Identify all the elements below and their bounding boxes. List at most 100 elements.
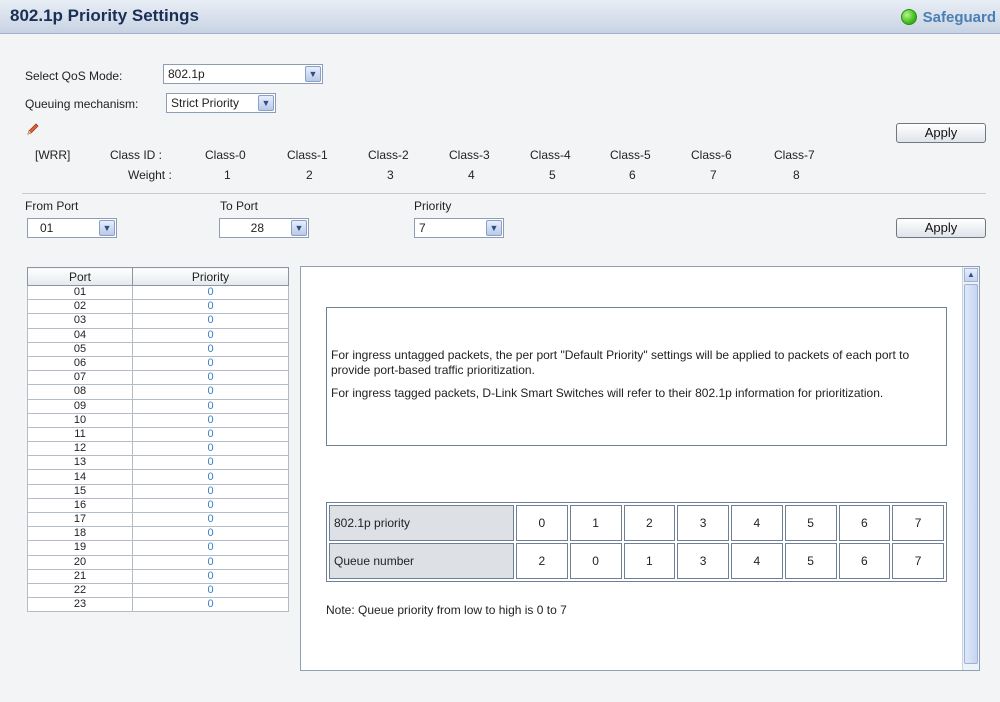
queue-number-cell: 6 (838, 543, 891, 579)
table-row: 11 0 (27, 426, 289, 443)
page-title: 802.1p Priority Settings (10, 6, 199, 25)
status-dot-icon (900, 9, 917, 25)
port-cell: 12 (27, 441, 133, 457)
table-row: 14 0 (27, 469, 289, 485)
qos-mode-select[interactable]: 802.1p ▼ (163, 64, 323, 84)
priority-cell: 0 (132, 341, 289, 357)
port-column-header: Port (27, 267, 133, 286)
weight-value-1: 2 (306, 168, 313, 182)
table-row: Queue number 20134567 (329, 543, 944, 579)
priority-cell: 0 (132, 568, 289, 584)
priority-value-cell: 4 (731, 505, 783, 541)
table-row: 05 0 (27, 341, 289, 357)
port-cell: 08 (27, 384, 133, 400)
priority-value-cell: 6 (838, 505, 891, 541)
class-label-6: Class-6 (691, 148, 732, 162)
priority-cell: 0 (132, 526, 289, 542)
apply-wrr-button[interactable]: Apply (896, 123, 986, 143)
port-cell: 21 (27, 568, 133, 584)
weight-value-0: 1 (224, 168, 231, 182)
class-label-0: Class-0 (205, 148, 246, 162)
from-port-select[interactable]: 01 ▼ (27, 218, 117, 238)
queue-number-cell: 2 (516, 543, 568, 579)
port-cell: 11 (27, 426, 133, 443)
queue-number-cell: 3 (677, 543, 729, 579)
priority-cell: 0 (132, 497, 289, 514)
port-cell: 14 (27, 469, 133, 485)
queuing-mechanism-select[interactable]: Strict Priority ▼ (166, 93, 276, 113)
priority-value: 7 (419, 221, 426, 235)
chevron-down-icon[interactable]: ▼ (486, 220, 502, 236)
table-row: 16 0 (27, 497, 289, 514)
queue-number-cell: 7 (892, 543, 944, 579)
table-header-row: Port Priority (27, 267, 289, 286)
table-row: 18 0 (27, 526, 289, 542)
class-label-7: Class-7 (774, 148, 815, 162)
port-cell: 18 (27, 526, 133, 542)
table-row: 22 0 (27, 582, 289, 599)
priority-select[interactable]: 7 ▼ (414, 218, 504, 238)
queue-number-cell: 0 (569, 543, 622, 579)
table-row: 10 0 (27, 412, 289, 428)
table-row: 09 0 (27, 398, 289, 414)
page-header: 802.1p Priority Settings Safeguard (0, 0, 1000, 34)
pencil-icon[interactable] (26, 122, 40, 136)
class-id-label: Class ID : (110, 148, 163, 162)
weight-value-5: 6 (629, 168, 636, 182)
table-row: 21 0 (27, 568, 289, 584)
class-label-4: Class-4 (530, 148, 571, 162)
port-cell: 15 (27, 483, 133, 499)
port-cell: 19 (27, 540, 133, 556)
table-row: 03 0 (27, 313, 289, 329)
priority-cell: 0 (132, 469, 289, 485)
priority-label: Priority (414, 199, 452, 213)
scroll-up-icon[interactable]: ▲ (964, 268, 978, 282)
port-cell: 02 (27, 299, 133, 315)
priority-value-cell: 1 (569, 505, 622, 541)
port-cell: 03 (27, 313, 133, 329)
priority-cell: 0 (132, 582, 289, 599)
port-cell: 04 (27, 327, 133, 343)
to-port-value: 28 (250, 221, 264, 235)
class-label-5: Class-5 (610, 148, 651, 162)
port-cell: 06 (27, 355, 133, 372)
priority-value-cell: 2 (623, 505, 676, 541)
table-row: 17 0 (27, 511, 289, 528)
weight-value-6: 7 (710, 168, 717, 182)
weight-value-4: 5 (549, 168, 556, 182)
vertical-scrollbar[interactable]: ▲ (962, 267, 979, 670)
qos-mode-value: 802.1p (168, 67, 205, 81)
qos-mode-label: Select QoS Mode: (25, 69, 123, 83)
queue-number-cell: 4 (731, 543, 783, 579)
chevron-down-icon[interactable]: ▼ (258, 95, 274, 111)
table-row: 04 0 (27, 327, 289, 343)
class-label-1: Class-1 (287, 148, 328, 162)
scroll-thumb[interactable] (964, 284, 978, 664)
priority-value-cell: 7 (892, 505, 944, 541)
to-port-select[interactable]: 28 ▼ (219, 218, 309, 238)
chevron-down-icon[interactable]: ▼ (305, 66, 321, 82)
priority-row-label: 802.1p priority (329, 505, 514, 541)
priority-cell: 0 (132, 455, 289, 471)
priority-cell: 0 (132, 426, 289, 443)
priority-cell: 0 (132, 313, 289, 329)
table-row: 06 0 (27, 355, 289, 372)
table-row: 08 0 (27, 384, 289, 400)
priority-cell: 0 (132, 370, 289, 386)
apply-port-priority-button[interactable]: Apply (896, 218, 986, 238)
chevron-down-icon[interactable]: ▼ (99, 220, 115, 236)
class-label-3: Class-3 (449, 148, 490, 162)
description-tagged: For ingress tagged packets, D-Link Smart… (331, 386, 884, 400)
priority-cell: 0 (132, 441, 289, 457)
chevron-down-icon[interactable]: ▼ (291, 220, 307, 236)
weight-value-2: 3 (387, 168, 394, 182)
weight-value-7: 8 (793, 168, 800, 182)
port-cell: 13 (27, 455, 133, 471)
queuing-mechanism-value: Strict Priority (171, 96, 240, 110)
priority-value-cell: 5 (784, 505, 837, 541)
description-box: For ingress untagged packets, the per po… (326, 307, 947, 446)
priority-cell: 0 (132, 355, 289, 372)
port-cell: 17 (27, 511, 133, 528)
port-priority-table: Port Priority 01 0 02 0 03 0 04 0 05 0 06 0 07 0 08 0 09… (27, 267, 289, 613)
port-cell: 01 (27, 284, 133, 301)
